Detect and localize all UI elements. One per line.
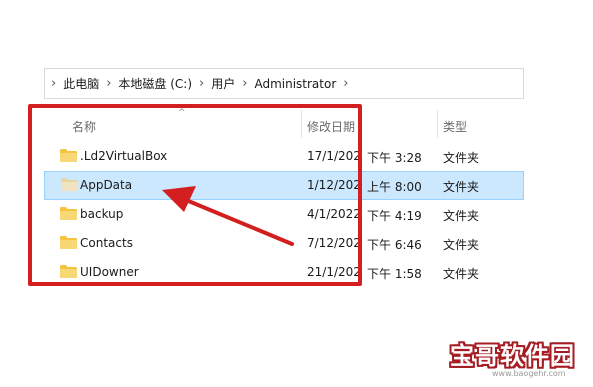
file-time: 下午 1:58 xyxy=(367,267,422,281)
chevron-right-icon[interactable]: › xyxy=(242,76,247,91)
file-time: 下午 4:19 xyxy=(367,209,422,223)
watermark-logo: 宝哥软件园 www.baogehr.com xyxy=(438,336,588,382)
chevron-right-icon[interactable]: › xyxy=(51,76,56,91)
file-time: 上午 8:00 xyxy=(367,180,422,194)
breadcrumb[interactable]: › 此电脑 › 本地磁盘 (C:) › 用户 › Administrator › xyxy=(44,68,524,99)
file-time: 下午 3:28 xyxy=(367,151,422,165)
breadcrumb-this-pc[interactable]: 此电脑 xyxy=(63,75,99,92)
chevron-right-icon[interactable]: › xyxy=(343,76,348,91)
watermark-url: www.baogehr.com xyxy=(492,369,566,378)
breadcrumb-administrator[interactable]: Administrator xyxy=(254,77,336,91)
column-header-type[interactable]: 类型 xyxy=(443,118,467,135)
file-type: 文件夹 xyxy=(443,209,480,223)
file-type: 文件夹 xyxy=(443,238,480,252)
file-type: 文件夹 xyxy=(443,151,480,165)
breadcrumb-users[interactable]: 用户 xyxy=(211,75,235,92)
highlight-box xyxy=(28,104,362,286)
breadcrumb-local-disk[interactable]: 本地磁盘 (C:) xyxy=(118,75,192,92)
chevron-right-icon[interactable]: › xyxy=(199,76,204,91)
file-type: 文件夹 xyxy=(443,180,480,194)
file-time: 下午 6:46 xyxy=(367,238,422,252)
watermark-text: 宝哥软件园 xyxy=(450,342,575,370)
column-divider[interactable] xyxy=(437,110,438,138)
file-type: 文件夹 xyxy=(443,267,480,281)
chevron-right-icon[interactable]: › xyxy=(106,76,111,91)
